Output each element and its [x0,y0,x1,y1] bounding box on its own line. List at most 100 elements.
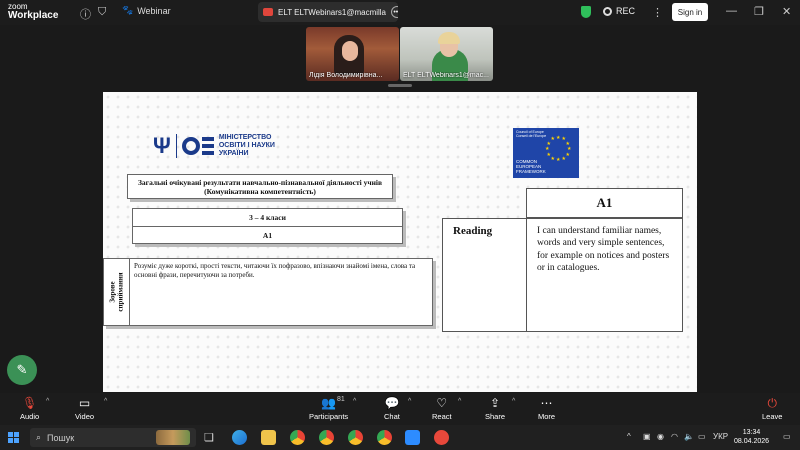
chat-button[interactable]: 💬 Chat [384,396,400,421]
task-view-icon[interactable]: ❏ [204,431,219,446]
share-options-chevron-icon[interactable]: ^ [512,398,515,405]
eu-star-icon: ★ [556,135,561,141]
eu-star-icon: ★ [565,151,570,158]
volume-icon[interactable]: 🔈 [684,432,694,441]
meeting-title-pill[interactable]: ELT ELTWebinars1@macmilla ••• [258,2,398,22]
search-placeholder: Пошук [47,432,75,443]
audio-label: Audio [20,412,40,421]
mic-muted-icon: 🎙 [21,396,38,410]
heart-icon: ♡ [436,396,448,410]
eu-star-icon: ★ [546,151,551,158]
participant-hair [438,32,460,44]
restore-icon[interactable]: ❐ [754,5,764,18]
participant-name: ELT ELTWebinars1@mac... [403,72,489,79]
share-button[interactable]: ⇪ Share [485,396,505,421]
cefr-level-header: A1 [526,188,683,218]
logo-line-2: Workplace [8,10,59,21]
minimize-icon[interactable]: — [726,5,737,17]
tray-app-icon[interactable]: ▣ [643,432,651,441]
webinar-label: Webinar [137,5,171,16]
descriptor-ua-box: Зорове сприймання Розуміє дуже короткі, … [103,258,433,326]
tray-app-icon[interactable]: ◉ [657,432,664,441]
audio-button[interactable]: 🎙 Audio [20,396,39,421]
camera-icon: ▭ [78,396,91,410]
react-options-chevron-icon[interactable]: ^ [458,398,461,405]
participant-thumbnail[interactable]: ELT ELTWebinars1@mac... [400,27,493,81]
participants-options-chevron-icon[interactable]: ^ [353,398,356,405]
cefr-logo: Council of Europe Conseil de l'Europe ★ ★… [513,128,579,178]
eu-stars-icon: ★ ★ ★ ★ ★ ★ ★ ★ ★ ★ ★ ★ [543,135,573,165]
wifi-icon[interactable]: ◠ [671,432,678,441]
rec-indicator[interactable]: REC [603,6,635,16]
eu-star-icon: ★ [550,136,555,143]
clock-date: 08.04.2026 [734,438,770,446]
annotate-pencil-icon[interactable]: ✎ [7,355,37,385]
outcomes-title-box: Загальні очікувані результати навчально-… [127,174,393,199]
meeting-title: ELT ELTWebinars1@macmilla [278,7,387,17]
chrome-icon[interactable] [348,430,363,445]
chat-options-chevron-icon[interactable]: ^ [408,398,411,405]
title-bar: zoom Workplace ⓘ ⛉ 🐾 Webinar ELT ELTWebi… [0,0,800,25]
chrome-icon[interactable] [290,430,305,445]
battery-icon[interactable]: ▭ [698,432,706,441]
share-label: Share [485,412,506,421]
leave-button[interactable]: ⏻ Leave [762,396,782,421]
windows-taskbar: ⌕ Пошук ❏ ^ ▣ ◉ ◠ 🔈 ▭ УКР 13:34 08.04.20… [0,425,800,450]
file-explorer-icon[interactable] [261,430,276,445]
more-options-icon[interactable]: ••• [391,6,398,18]
language-indicator[interactable]: УКР [713,432,728,441]
recording-icon [263,8,273,16]
chrome-icon[interactable] [377,430,392,445]
webinar-indicator: 🐾 Webinar [122,5,171,16]
zoom-app-icon[interactable] [405,430,420,445]
clock[interactable]: 13:34 08.04.2026 [734,428,769,446]
zoom-window: zoom Workplace ⓘ ⛉ 🐾 Webinar ELT ELTWebi… [0,0,800,450]
eu-star-icon: ★ [545,146,550,152]
outcomes-title-line-1: Загальні очікувані результати навчально-… [137,178,383,187]
clock-time: 13:34 [742,429,761,436]
resize-handle[interactable] [388,84,412,87]
notifications-icon[interactable]: ▭ [783,432,791,441]
info-icon[interactable]: ⓘ [80,6,91,22]
participants-count: 81 [337,396,345,403]
more-vertical-icon[interactable]: ⋮ [652,6,663,19]
ministry-mark-icon [181,137,214,156]
grade-label: 3 – 4 класи [249,213,286,222]
more-label: More [538,412,556,421]
skill-ua-line-2: сприймання [115,272,124,312]
video-options-chevron-icon[interactable]: ^ [104,398,107,405]
audio-options-chevron-icon[interactable]: ^ [46,398,49,405]
descriptor-ua-text: Розуміє дуже короткі, прості тексти, чит… [134,262,416,279]
edge-icon[interactable] [232,430,247,445]
participant-face [342,41,358,61]
tray-chevron-icon[interactable]: ^ [627,432,631,441]
search-icon: ⌕ [36,432,42,442]
shield-check-icon[interactable]: ⛉ [98,6,106,19]
more-button[interactable]: ⋯ More [538,396,555,421]
level-label: А1 [133,226,402,243]
taskbar-search[interactable]: ⌕ Пошук [30,428,196,447]
chrome-icon[interactable] [319,430,334,445]
grade-level-box: 3 – 4 класи А1 [132,208,403,244]
logo-divider [175,134,177,159]
react-button[interactable]: ♡ React [432,396,452,421]
eu-star-icon: ★ [561,155,566,162]
cefr-caption: COMMON EUROPEAN FRAMEWORK [516,159,546,174]
rec-label: REC [616,6,636,16]
ministry-logo: Ψ МІНІСТЕРСТВО ОСВІТИ І НАУКИ УКРАЇНИ [153,134,275,159]
windows-start-icon[interactable] [8,432,19,443]
security-shield-icon[interactable] [581,6,591,18]
zoom-workplace-logo: zoom Workplace [8,3,58,21]
cefr-descriptor-table: A1 Reading I can understand familiar nam… [442,188,684,332]
video-button[interactable]: ▭ Video [75,396,94,421]
participants-label: Participants [309,412,349,421]
more-horizontal-icon: ⋯ [540,396,553,410]
react-label: React [432,412,452,421]
close-icon[interactable]: ✕ [782,5,791,18]
leave-icon: ⏻ [767,396,777,410]
eu-star-icon: ★ [556,157,561,163]
app-icon[interactable] [434,430,449,445]
participant-thumbnail[interactable]: Лідія Володимирівна... [306,27,399,81]
council-of-europe-text: Council of Europe Conseil de l'Europe [516,130,547,138]
sign-in-button[interactable]: Sign in [672,3,708,21]
